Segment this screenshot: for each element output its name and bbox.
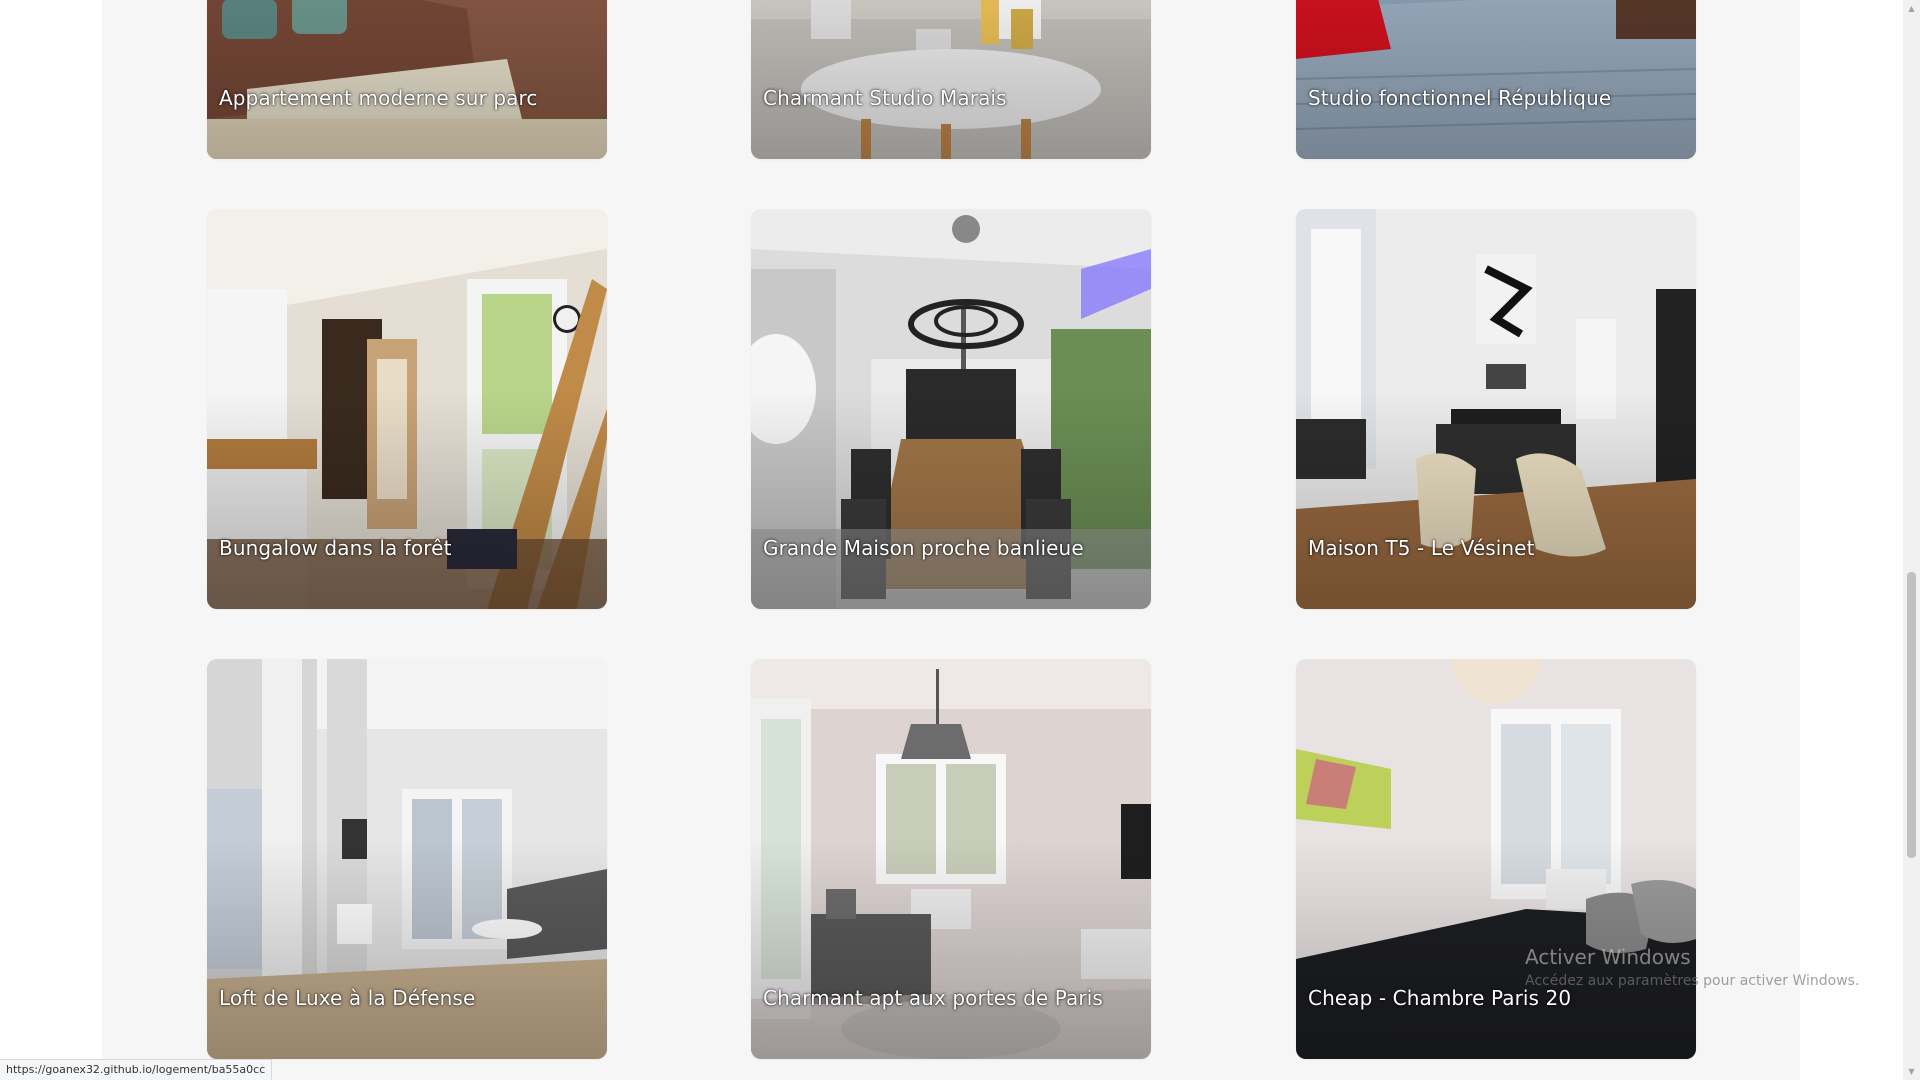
- title-shade: [207, 839, 607, 1059]
- status-bar-url: https://goanex32.github.io/logement/ba55…: [0, 1059, 273, 1080]
- title-shade: [1296, 0, 1696, 159]
- listing-title: Cheap - Chambre Paris 20: [1308, 986, 1572, 1010]
- listing-title: Bungalow dans la forêt: [219, 536, 452, 560]
- title-shade: [207, 389, 607, 609]
- title-shade: [207, 0, 607, 159]
- page: Appartement moderne sur parc Charmant St…: [0, 0, 1920, 1080]
- windows-activation-watermark: Activer Windows Accédez aux paramètres p…: [1525, 945, 1859, 989]
- listing-card[interactable]: Maison T5 - Le Vésinet: [1296, 209, 1696, 609]
- watermark-subtitle: Accédez aux paramètres pour activer Wind…: [1525, 973, 1860, 989]
- title-shade: [751, 839, 1151, 1059]
- title-shade: [751, 0, 1151, 159]
- listing-title: Loft de Luxe à la Défense: [219, 986, 476, 1010]
- listing-title: Maison T5 - Le Vésinet: [1308, 536, 1535, 560]
- title-shade: [1296, 389, 1696, 609]
- scrollbar-thumb[interactable]: [1907, 572, 1916, 858]
- listing-card[interactable]: Appartement moderne sur parc: [207, 0, 607, 159]
- title-shade: [751, 389, 1151, 609]
- scroll-down-arrow-icon[interactable]: ▼: [1903, 1063, 1920, 1080]
- listing-card[interactable]: Charmant apt aux portes de Paris: [751, 659, 1151, 1059]
- listing-card[interactable]: Cheap - Chambre Paris 20: [1296, 659, 1696, 1059]
- scroll-up-arrow-icon[interactable]: ▲: [1903, 0, 1920, 17]
- listing-title: Charmant Studio Marais: [763, 86, 1007, 110]
- listing-card[interactable]: Loft de Luxe à la Défense: [207, 659, 607, 1059]
- vertical-scrollbar[interactable]: ▲ ▼: [1903, 0, 1920, 1080]
- listing-card[interactable]: Bungalow dans la forêt: [207, 209, 607, 609]
- listing-title: Appartement moderne sur parc: [219, 86, 538, 110]
- listing-card[interactable]: Studio fonctionnel République: [1296, 0, 1696, 159]
- listing-card[interactable]: Grande Maison proche banlieue: [751, 209, 1151, 609]
- listing-card[interactable]: Charmant Studio Marais: [751, 0, 1151, 159]
- watermark-title: Activer Windows: [1525, 945, 1691, 969]
- listing-title: Grande Maison proche banlieue: [763, 536, 1084, 560]
- listing-title: Studio fonctionnel République: [1308, 86, 1612, 110]
- listing-title: Charmant apt aux portes de Paris: [763, 986, 1103, 1010]
